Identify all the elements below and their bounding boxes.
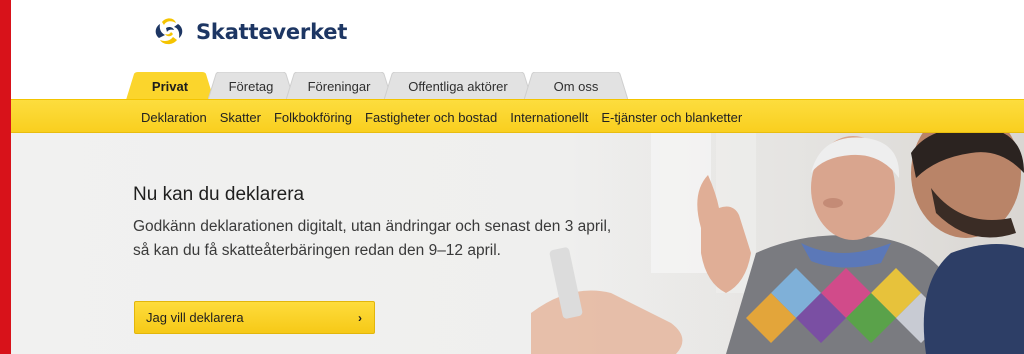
hero-title: Nu kan du deklarera — [133, 184, 305, 205]
subnav-item-e-tjanster[interactable]: E-tjänster och blanketter — [601, 110, 742, 125]
tab-foreningar[interactable]: Föreningar — [286, 72, 392, 100]
swirl-logo-icon — [155, 18, 183, 45]
subnav-item-skatter[interactable]: Skatter — [220, 110, 261, 125]
subnav-item-deklaration[interactable]: Deklaration — [141, 110, 207, 125]
tab-label: Om oss — [553, 78, 599, 94]
tab-label: Företag — [228, 78, 274, 94]
tab-privat[interactable]: Privat — [126, 72, 214, 100]
brand-name: Skatteverket — [196, 20, 348, 44]
subnav-item-fastigheter[interactable]: Fastigheter och bostad — [365, 110, 497, 125]
tab-label: Föreningar — [307, 78, 371, 94]
declare-button[interactable]: Jag vill deklarera › — [134, 301, 375, 334]
left-accent-stripe — [0, 0, 11, 354]
subnav-item-folkbokforing[interactable]: Folkbokföring — [274, 110, 352, 125]
skatteverket-logo[interactable]: Skatteverket — [152, 12, 347, 52]
subnav-item-internationellt[interactable]: Internationellt — [510, 110, 588, 125]
tab-foretag[interactable]: Företag — [208, 72, 294, 100]
sub-navigation: Deklaration Skatter Folkbokföring Fastig… — [11, 99, 1024, 133]
tab-offentliga-aktorer[interactable]: Offentliga aktörer — [384, 72, 532, 100]
tab-label: Offentliga aktörer — [408, 78, 508, 94]
hero-description: Godkänn deklarationen digitalt, utan änd… — [133, 218, 612, 259]
declare-button-label: Jag vill deklarera — [146, 310, 244, 325]
chevron-right-icon: › — [358, 310, 362, 325]
tab-label: Privat — [151, 78, 189, 94]
tab-om-oss[interactable]: Om oss — [524, 72, 628, 100]
